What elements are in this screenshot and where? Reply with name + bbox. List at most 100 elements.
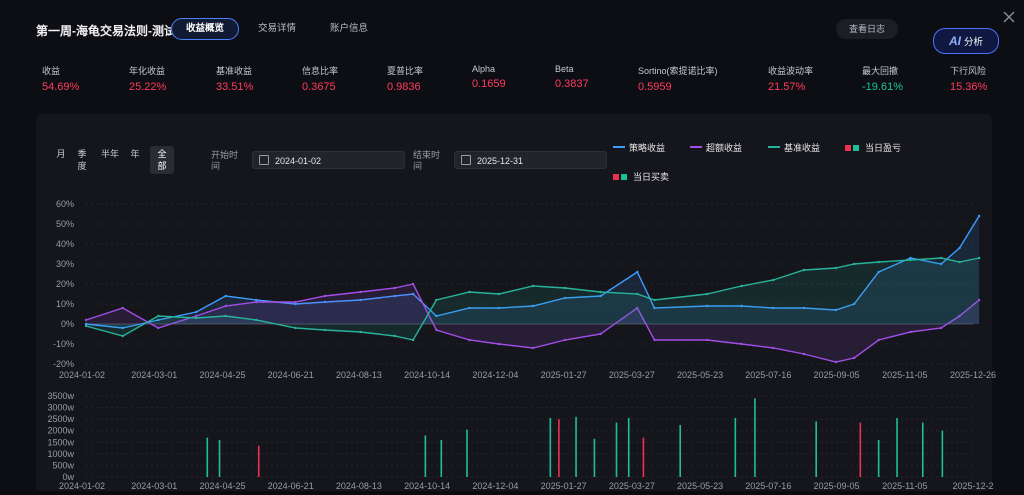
metric-information-ratio: 信息比率 0.3675 [302,64,338,93]
x-tick-label: 2024-10-14 [404,481,450,491]
y-tick-label: -10% [53,339,74,349]
volume-bar [921,422,924,477]
metric-label: 年化收益 [129,66,166,76]
x-tick-label: 2024-03-01 [131,370,177,380]
data-point [157,326,160,330]
legend-swatch-up [613,174,619,180]
data-point [772,278,775,282]
x-tick-label: 2025-07-16 [745,370,791,380]
y-tick-label: 40% [56,239,74,249]
data-point [877,338,880,342]
period-all[interactable]: 全部 [150,146,174,174]
close-icon[interactable] [1002,10,1016,24]
metric-sortino: Sortino(索提诺比率) 0.5959 [638,64,718,93]
metric-value: 0.3837 [555,78,589,90]
period-year[interactable]: 年 [124,146,146,174]
metric-label: Alpha [472,64,496,74]
data-point [157,314,160,318]
tab-account-info[interactable]: 账户信息 [315,18,383,40]
metric-value: 33.51% [216,81,254,93]
data-point [255,300,258,304]
data-point [636,292,639,296]
volume-bar [642,437,645,477]
start-date-label: 开始时间 [211,150,239,171]
metric-value: -19.61% [862,81,903,93]
x-tick-label: 2025-03-27 [609,481,655,491]
volume-bar [206,437,209,477]
metric-value: 0.1659 [472,78,506,90]
y-tick-label: 2000w [47,426,74,436]
data-point [224,294,227,298]
x-tick-label: 2024-04-25 [199,481,245,491]
volume-bar [257,445,260,477]
legend-swatch [768,146,780,148]
metric-max-drawdown: 最大回撤 -19.61% [862,64,903,93]
volume-bar [466,429,468,477]
period-month[interactable]: 月 [50,146,72,174]
view-log-button[interactable]: 查看日志 [836,19,898,39]
metric-annual-return: 年化收益 25.22% [129,64,166,93]
x-tick-label: 2025-05-23 [677,481,723,491]
metric-return: 收益 54.69% [42,64,79,93]
data-point [563,338,567,342]
legend-daily-pnl[interactable]: 当日盈亏 [845,141,901,154]
data-point [852,356,856,360]
x-tick-label: 2024-08-13 [336,370,382,380]
period-quarter[interactable]: 季度 [76,146,88,174]
metric-label: 收益 [42,66,61,76]
volume-bar [877,439,880,477]
y-tick-label: 1500w [47,437,74,447]
volume-bar [440,439,443,477]
tab-trade-details[interactable]: 交易详情 [243,18,311,40]
data-point [531,346,535,350]
calendar-icon [461,155,471,165]
data-point [740,284,743,288]
x-tick-label: 2024-12-04 [472,481,518,491]
legend-benchmark[interactable]: 基准收益 [768,141,820,154]
legend-excess[interactable]: 超额收益 [690,141,742,154]
data-point [359,330,362,334]
x-tick-label: 2025-07-16 [745,481,791,491]
metric-label: 下行风险 [950,66,987,76]
data-point [294,300,297,304]
x-tick-label: 2025-01-27 [541,370,587,380]
volume-bar [941,430,944,477]
legend-label: 当日盈亏 [865,143,902,153]
y-tick-label: 30% [56,259,74,269]
data-point [435,328,438,332]
legend-swatch-down [853,145,859,151]
y-tick-label: 60% [56,199,74,209]
tab-overview[interactable]: 收益概览 [171,18,240,40]
x-tick-label: 2025-09-05 [814,370,860,380]
data-point [599,332,602,336]
volume-bar [859,422,862,477]
data-point [563,286,567,290]
legend-daily-trade[interactable]: 当日买卖 [613,170,669,183]
returns-line-chart: 60% 50% 40% 30% 20% 10% 0% -10% -20%2024-01-02 20… [53,199,996,380]
x-tick-label: 2025-12-26 [950,370,996,380]
legend-strategy[interactable]: 策略收益 [613,141,665,154]
ai-badge: AI [948,34,961,48]
metric-label: Sortino(索提诺比率) [638,66,718,76]
data-point [705,338,709,342]
period-half-year[interactable]: 半年 [92,146,120,174]
y-tick-label: 500w [52,460,74,470]
legend-swatch [690,146,702,148]
end-date-input[interactable]: 2025-12-31 [454,151,607,169]
trade-volume-bar-chart: 3500w3000w2500w2000w1500w1000w500w0w2024… [47,391,993,491]
data-point [435,298,438,302]
metric-label: 夏普比率 [387,66,424,76]
data-point [909,258,912,262]
data-point [599,290,602,294]
x-tick-label: 2024-04-25 [199,370,245,380]
legend-swatch-up [845,145,851,151]
data-point [224,314,227,318]
x-tick-label: 2025-12-2 [952,481,993,491]
data-point [977,214,981,218]
data-point [121,306,124,310]
data-point [468,290,471,294]
start-date-input[interactable]: 2024-01-02 [252,151,405,169]
data-point [497,342,501,346]
metric-value: 54.69% [42,81,80,93]
ai-analysis-button[interactable]: AI 分析 [933,28,999,54]
